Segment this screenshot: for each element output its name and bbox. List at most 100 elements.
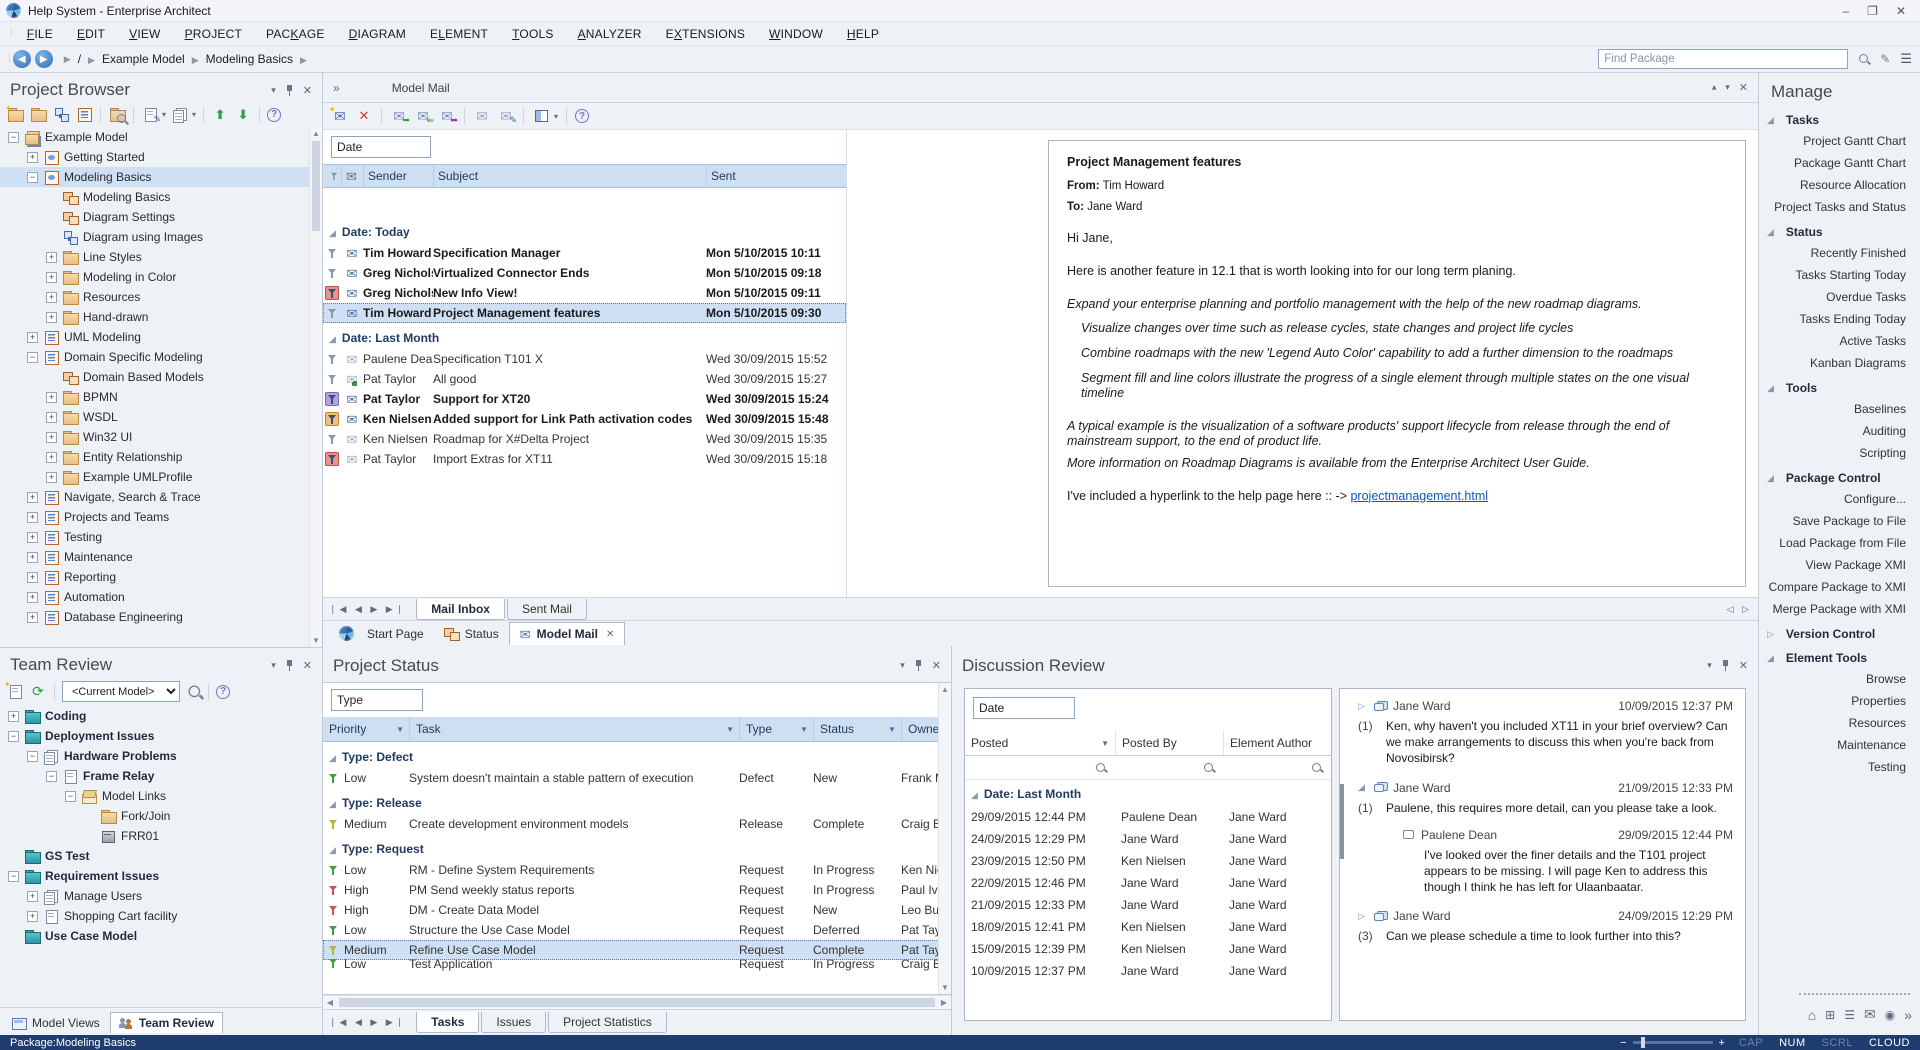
discussion-row[interactable]: 18/09/2015 12:41 PMKen NielsenJane Ward: [965, 916, 1331, 938]
expand-icon[interactable]: +: [27, 512, 38, 523]
status-row[interactable]: LowSystem doesn't maintain a stable patt…: [323, 768, 951, 788]
collapse-icon[interactable]: −: [8, 871, 19, 882]
scrollbar[interactable]: ▲ ▼: [938, 683, 951, 994]
manage-item-project-tasks-and-status[interactable]: Project Tasks and Status: [1759, 196, 1920, 218]
status-row[interactable]: MediumCreate development environment mod…: [323, 814, 951, 834]
column-header-type[interactable]: Type▼: [739, 717, 813, 741]
tree-item[interactable]: +Line Styles: [0, 247, 322, 267]
tree-item[interactable]: −Hardware Problems: [0, 746, 322, 766]
tree-item[interactable]: +Resources: [0, 287, 322, 307]
expand-icon[interactable]: +: [27, 492, 38, 503]
breadcrumb-item[interactable]: Example Model: [102, 52, 185, 66]
find-in-browser-icon[interactable]: [108, 106, 126, 123]
pin-icon[interactable]: [914, 660, 923, 671]
tab-status[interactable]: Status: [434, 623, 509, 645]
expand-icon[interactable]: +: [27, 572, 38, 583]
help-icon[interactable]: ?: [575, 109, 589, 123]
status-row[interactable]: LowTest ApplicationRequestIn ProgressCra…: [323, 960, 951, 967]
manage-item-browse[interactable]: Browse: [1759, 668, 1920, 690]
breadcrumb-item[interactable]: Modeling Basics: [206, 52, 293, 66]
column-header-posted-by[interactable]: Posted By: [1115, 731, 1223, 755]
flag-icon[interactable]: [325, 452, 339, 466]
menu-item-package[interactable]: PACKAGE: [254, 24, 337, 44]
refresh-icon[interactable]: ⟳: [29, 683, 47, 700]
manage-section-header[interactable]: ▷Version Control: [1759, 624, 1920, 644]
manage-item-project-gantt-chart[interactable]: Project Gantt Chart: [1759, 130, 1920, 152]
thread-header[interactable]: ▷Jane Ward24/09/2015 12:29 PM: [1344, 909, 1733, 923]
tree-item[interactable]: −Example Model: [0, 127, 322, 147]
flag-icon[interactable]: [325, 432, 339, 446]
expand-icon[interactable]: +: [27, 532, 38, 543]
new-topic-icon[interactable]: ✦: [6, 683, 24, 700]
collapse-triangle-icon[interactable]: ◢: [1767, 473, 1774, 484]
delete-message-icon[interactable]: ✕: [355, 108, 373, 125]
column-header-subject[interactable]: Subject: [433, 165, 706, 187]
menu-item-window[interactable]: WINDOW: [757, 24, 835, 44]
expand-triangle-icon[interactable]: ▷: [1358, 911, 1368, 922]
tree-item[interactable]: +Getting Started: [0, 147, 322, 167]
scroll-up-icon[interactable]: ▲: [310, 127, 322, 140]
reply-all-icon[interactable]: ✉⇚: [414, 108, 432, 125]
mail-group-header[interactable]: ◢Date: Today: [323, 217, 846, 243]
tree-item[interactable]: +UML Modeling: [0, 327, 322, 347]
column-header-priority[interactable]: Priority▼: [323, 717, 409, 741]
mail-row[interactable]: ✉Paulene DeanSpecification T101 XWed 30/…: [323, 349, 846, 369]
help-icon[interactable]: ?: [216, 685, 230, 699]
status-row[interactable]: HighPM Send weekly status reportsRequest…: [323, 880, 951, 900]
expand-icon[interactable]: +: [27, 891, 38, 902]
minimize-button[interactable]: –: [1842, 4, 1849, 18]
mail-row[interactable]: ✉Ken NielsenRoadmap for X#Delta ProjectW…: [323, 429, 846, 449]
manage-item-auditing[interactable]: Auditing: [1759, 420, 1920, 442]
status-row[interactable]: LowRM - Define System RequirementsReques…: [323, 860, 951, 880]
expand-icon[interactable]: +: [8, 711, 19, 722]
manage-item-properties[interactable]: Properties: [1759, 690, 1920, 712]
expand-icon[interactable]: +: [46, 292, 57, 303]
zoom-in-icon[interactable]: +: [1719, 1037, 1725, 1049]
scroll-up-icon[interactable]: ▲: [939, 683, 951, 696]
mail-row[interactable]: ✉Ken NielsenAdded support for Link Path …: [323, 409, 846, 429]
manage-item-configure-[interactable]: Configure...: [1759, 488, 1920, 510]
expand-icon[interactable]: +: [27, 152, 38, 163]
tab-mail-inbox[interactable]: Mail Inbox: [416, 599, 505, 620]
column-header-status[interactable]: Status▼: [813, 717, 901, 741]
manage-item-merge-package-with-xmi[interactable]: Merge Package with XMI: [1759, 598, 1920, 620]
collapse-triangle-icon[interactable]: ◢: [1767, 653, 1774, 664]
tree-item[interactable]: +Reporting: [0, 567, 322, 587]
layout-columns-icon[interactable]: [532, 108, 550, 125]
tab-model-mail[interactable]: ✉Model Mail✕: [509, 622, 626, 645]
panel-menu-icon[interactable]: ▾: [900, 660, 905, 671]
collapse-chevrons-icon[interactable]: »: [333, 81, 340, 95]
tree-item[interactable]: Use Case Model: [0, 926, 322, 946]
expand-icon[interactable]: +: [27, 911, 38, 922]
flag-icon[interactable]: [325, 306, 339, 320]
menu-item-project[interactable]: PROJECT: [173, 24, 254, 44]
collapse-triangle-icon[interactable]: ◢: [1767, 227, 1774, 238]
manage-item-recently-finished[interactable]: Recently Finished: [1759, 242, 1920, 264]
expand-icon[interactable]: ▾: [1712, 82, 1717, 93]
new-package-icon[interactable]: [29, 106, 47, 123]
collapse-triangle-icon[interactable]: ◢: [1767, 115, 1774, 126]
flag-icon[interactable]: [325, 352, 339, 366]
pin-icon[interactable]: [285, 660, 294, 671]
manage-item-scripting[interactable]: Scripting: [1759, 442, 1920, 464]
mail-row[interactable]: ✉Tim HowardSpecification ManagerMon 5/10…: [323, 243, 846, 263]
mail-row[interactable]: ✉Tim HowardProject Management featuresMo…: [323, 303, 846, 323]
projectmanagement-link[interactable]: projectmanagement.html: [1350, 489, 1488, 503]
expand-icon[interactable]: +: [46, 252, 57, 263]
panel-menu-icon[interactable]: ▾: [271, 660, 276, 671]
manage-item-resource-allocation[interactable]: Resource Allocation: [1759, 174, 1920, 196]
close-panel-icon[interactable]: ✕: [1739, 659, 1748, 672]
search-icon[interactable]: [187, 684, 203, 700]
close-panel-icon[interactable]: ✕: [303, 659, 312, 672]
discussion-row[interactable]: 23/09/2015 12:50 PMKen NielsenJane Ward: [965, 850, 1331, 872]
status-filter-field[interactable]: Type: [331, 689, 423, 711]
tree-item[interactable]: +Coding: [0, 706, 322, 726]
new-message-icon[interactable]: ✉✦: [331, 108, 349, 125]
collapse-icon[interactable]: −: [27, 352, 38, 363]
search-icon[interactable]: [1095, 762, 1107, 774]
mail-filter-field[interactable]: Date: [331, 136, 431, 158]
discussion-row[interactable]: 29/09/2015 12:44 PMPaulene DeanJane Ward: [965, 806, 1331, 828]
search-icon[interactable]: [1858, 53, 1870, 65]
tree-item[interactable]: Fork/Join: [0, 806, 322, 826]
forward-icon[interactable]: ✉➦: [438, 108, 456, 125]
